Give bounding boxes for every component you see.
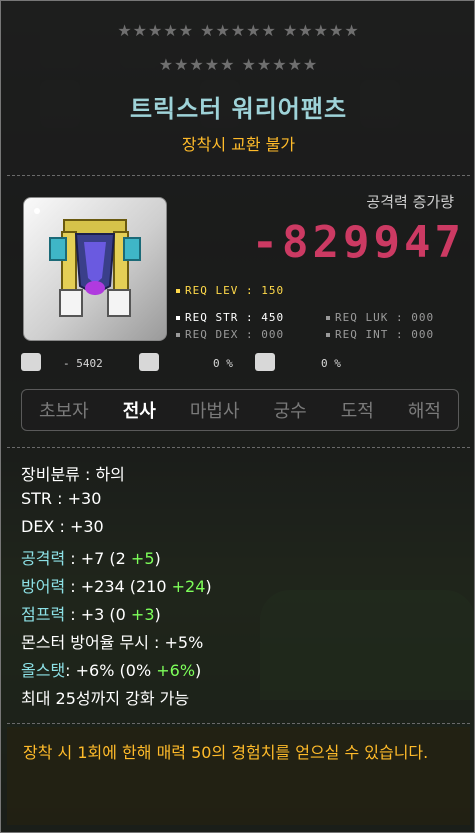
percent-1: 0 % xyxy=(213,357,233,370)
divider xyxy=(7,175,470,176)
bullet-icon xyxy=(326,333,330,337)
req-level: REQ LEV : 150 xyxy=(176,284,284,297)
stat-enhance-limit: 최대 25성까지 강화 가능 xyxy=(21,689,190,708)
item-icon-frame xyxy=(23,197,167,341)
stat-str: STR : +30 xyxy=(21,489,102,508)
stat-attack-key: 공격력 xyxy=(21,549,66,568)
upgrade-value: - 5402 xyxy=(63,357,103,370)
shield-icon xyxy=(255,353,275,371)
job-thief: 도적 xyxy=(340,401,374,422)
bullet-icon xyxy=(176,289,180,293)
job-archer: 궁수 xyxy=(273,401,307,422)
stat-all-base: : +6% (0% xyxy=(65,661,157,680)
stat-attack: 공격력 : +7 (2 +5) xyxy=(21,545,161,569)
stat-attack-base: : +7 (2 xyxy=(65,549,131,568)
stat-jump-key: 점프력 xyxy=(21,605,66,624)
stat-jump: 점프력 : +3 (0 +3) xyxy=(21,601,161,625)
stat-attack-close: ) xyxy=(154,549,161,568)
req-dex-text: REQ DEX : 000 xyxy=(185,328,285,341)
req-dex: REQ DEX : 000 xyxy=(176,328,284,341)
percent-2: 0 % xyxy=(321,357,341,370)
crown-icon xyxy=(139,353,159,371)
req-int: REQ INT : 000 xyxy=(326,328,434,341)
stat-jump-base: : +3 (0 xyxy=(65,605,131,624)
item-name: 트릭스터 워리어팬츠 xyxy=(129,95,348,123)
divider xyxy=(7,723,470,724)
stat-ignore-defense: 몬스터 방어율 무시 : +5% xyxy=(21,633,204,652)
stat-jump-close: ) xyxy=(154,605,161,624)
stat-all-close: ) xyxy=(195,661,202,680)
req-luk-text: REQ LUK : 000 xyxy=(335,311,435,324)
job-requirement-bar: 초보자 전사 마법사 궁수 도적 해적 xyxy=(21,389,459,431)
stat-defense-bonus: +24 xyxy=(171,577,206,596)
star-force-row-2: ★★★★★ ★★★★★ xyxy=(158,55,319,74)
attack-change-label: 공격력 증가량 xyxy=(366,193,454,211)
req-level-text: REQ LEV : 150 xyxy=(185,284,285,297)
stat-dex: DEX : +30 xyxy=(21,517,104,536)
upgrade-icon xyxy=(21,353,41,371)
req-str-text: REQ STR : 450 xyxy=(185,311,285,324)
stat-category: 장비분류 : 하의 xyxy=(21,465,125,484)
job-warrior: 전사 xyxy=(122,401,156,422)
stat-all-key: 올스탯 xyxy=(21,661,66,680)
stat-defense-base: : +234 (210 xyxy=(65,577,172,596)
stat-defense-close: ) xyxy=(205,577,212,596)
attack-change-value: -829947 xyxy=(251,217,465,268)
job-pirate: 해적 xyxy=(407,401,441,422)
bullet-icon xyxy=(326,316,330,320)
req-luk: REQ LUK : 000 xyxy=(326,311,434,324)
bullet-icon xyxy=(176,316,180,320)
bullet-icon xyxy=(176,333,180,337)
job-beginner: 초보자 xyxy=(39,401,89,422)
item-description: 장착 시 1회에 한해 매력 50의 경험치를 얻으실 수 있습니다. xyxy=(23,743,429,762)
req-str: REQ STR : 450 xyxy=(176,311,284,324)
req-int-text: REQ INT : 000 xyxy=(335,328,435,341)
stat-defense: 방어력 : +234 (210 +24) xyxy=(21,573,212,597)
stat-all-stat: 올스탯: +6% (0% +6%) xyxy=(21,657,201,681)
stat-jump-bonus: +3 xyxy=(130,605,155,624)
warrior-pants-icon xyxy=(49,219,141,317)
stat-attack-bonus: +5 xyxy=(130,549,155,568)
stat-all-bonus: +6% xyxy=(156,661,196,680)
item-tooltip: ★★★★★ ★★★★★ ★★★★★ ★★★★★ ★★★★★ 트릭스터 워리어팬츠… xyxy=(0,0,475,833)
job-magician: 마법사 xyxy=(189,401,240,422)
divider xyxy=(7,447,470,448)
stat-defense-key: 방어력 xyxy=(21,577,66,596)
trade-restriction: 장착시 교환 불가 xyxy=(181,135,296,154)
star-force-row-1: ★★★★★ ★★★★★ ★★★★★ xyxy=(117,21,360,40)
